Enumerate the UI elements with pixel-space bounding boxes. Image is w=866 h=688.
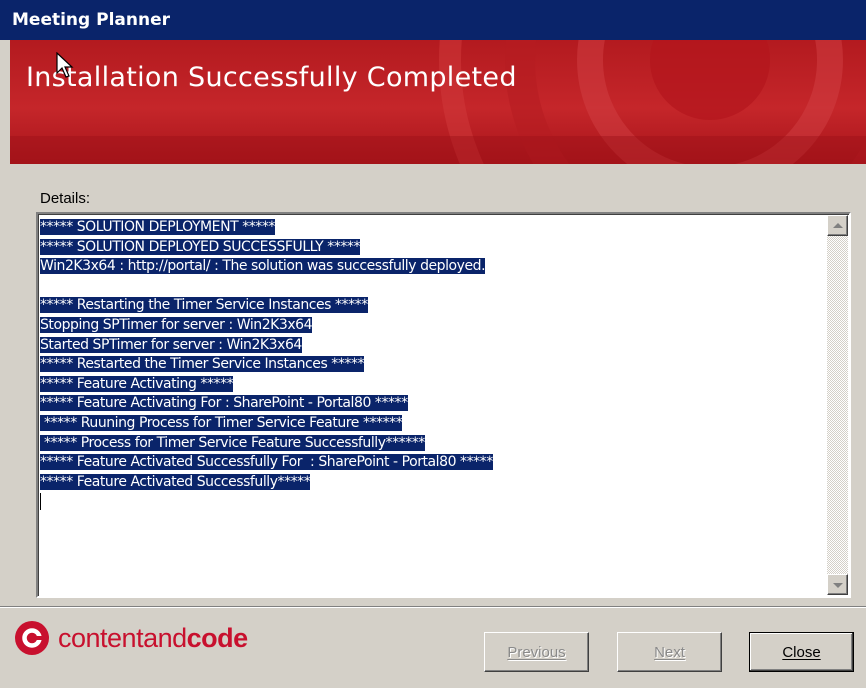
close-button[interactable]: Close: [749, 632, 854, 672]
log-line: ***** Feature Activated Successfully For…: [40, 454, 493, 471]
text-caret-line: [40, 492, 825, 512]
logo-wordmark: contentandcode: [58, 622, 248, 653]
log-line: ***** Process for Timer Service Feature …: [40, 434, 425, 451]
log-line: Win2K3x64 : http://portal/ : The solutio…: [40, 258, 486, 275]
mouse-pointer-icon: [56, 52, 74, 78]
log-line: Started SPTimer for server : Win2K3x64: [40, 336, 302, 353]
arrow-up-icon: [833, 223, 843, 228]
details-textbox[interactable]: ***** SOLUTION DEPLOYMENT ***** ***** SO…: [36, 212, 851, 598]
log-line: ***** Feature Activated Successfully****…: [40, 473, 311, 490]
log-line: ***** SOLUTION DEPLOYMENT *****: [40, 219, 275, 235]
arrow-down-icon: [833, 583, 843, 588]
banner-decoration: [10, 40, 866, 164]
log-line: ***** Restarted the Timer Service Instan…: [40, 356, 365, 373]
next-button[interactable]: Next: [617, 632, 722, 672]
vertical-scrollbar[interactable]: [827, 215, 848, 595]
details-log: ***** SOLUTION DEPLOYMENT ***** ***** SO…: [40, 218, 825, 512]
header-banner: Installation Successfully Completed: [10, 40, 866, 164]
company-logo: contentandcode: [14, 618, 248, 658]
log-line: ***** Ruuning Process for Timer Service …: [40, 414, 403, 431]
log-line: ***** Feature Activating For : SharePoin…: [40, 395, 408, 412]
log-line: ***** Feature Activating *****: [40, 375, 234, 392]
scroll-up-button[interactable]: [827, 215, 848, 236]
window-title: Meeting Planner: [0, 0, 866, 40]
details-label: Details:: [40, 190, 91, 207]
page-title: Installation Successfully Completed: [26, 62, 517, 93]
log-line: Stopping SPTimer for server : Win2K3x64: [40, 316, 313, 333]
text-caret: [40, 492, 41, 510]
scroll-down-button[interactable]: [827, 574, 848, 595]
contentandcode-logo-icon: [15, 621, 49, 655]
footer-divider: [0, 606, 866, 608]
previous-button[interactable]: Previous: [484, 632, 589, 672]
log-line: ***** Restarting the Timer Service Insta…: [40, 297, 368, 314]
log-line: ***** SOLUTION DEPLOYED SUCCESSFULLY ***…: [40, 238, 361, 255]
